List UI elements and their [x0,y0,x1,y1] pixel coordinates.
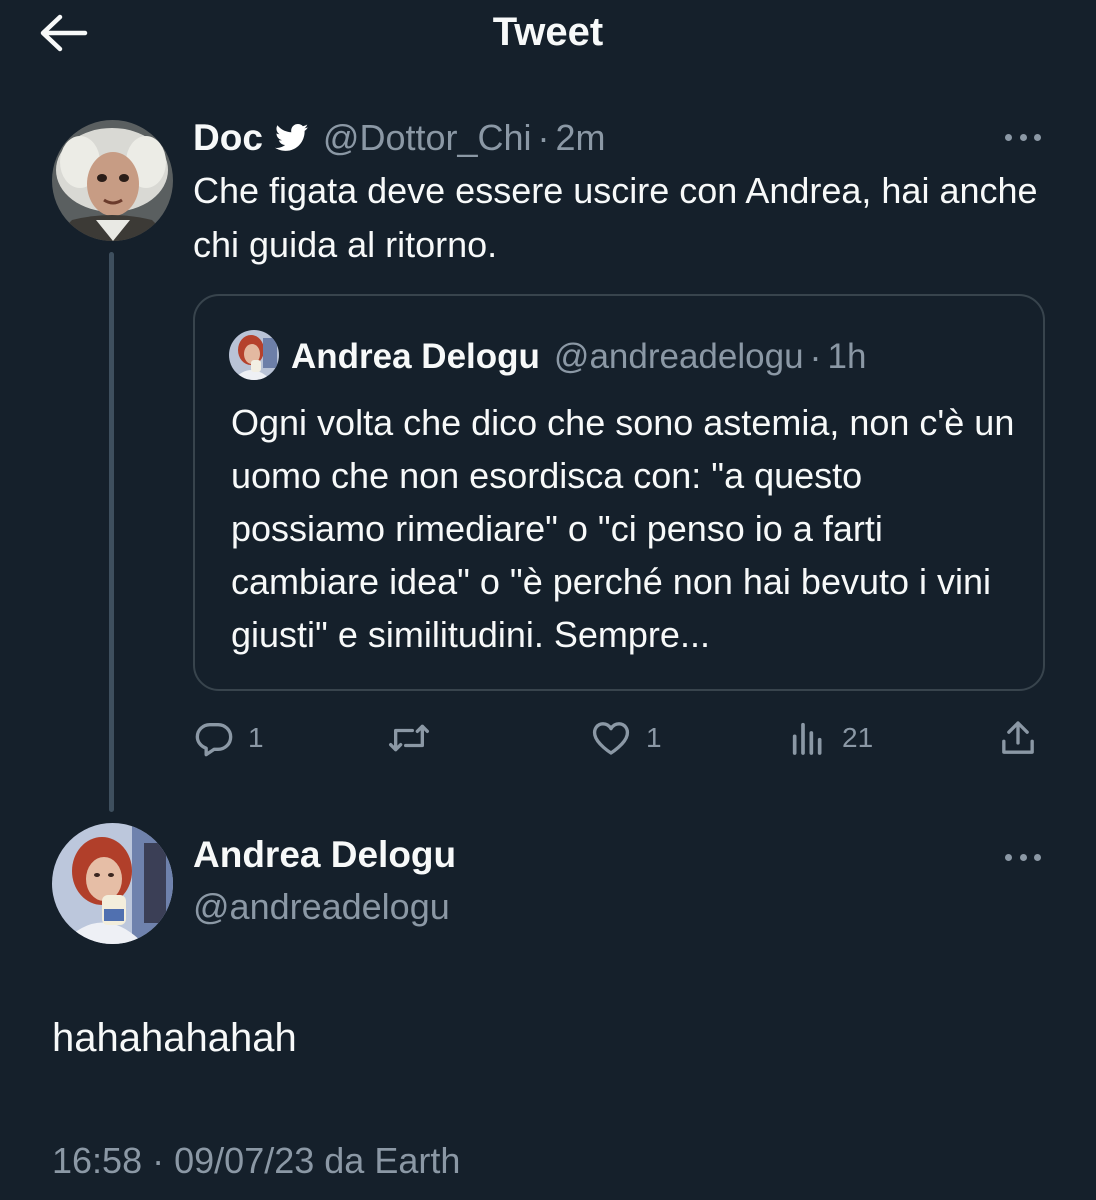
quoted-author-name: Andrea Delogu [291,337,540,376]
main-tweet-text: hahahahahah [52,1016,297,1060]
more-options-button[interactable] [1000,842,1046,872]
share-icon [1002,721,1034,754]
separator-dot: · [537,117,550,158]
quoted-tweet-text: Ogni volta che dico che sono astemia, no… [231,402,1015,655]
main-author-handle[interactable]: @andreadelogu [193,886,450,928]
dot-icon [1005,133,1012,141]
tweet-action-bar: 1 1 21 [190,710,1050,766]
author-name[interactable]: Doc [193,117,263,159]
dot-icon [1019,133,1027,141]
tweet-time-link[interactable]: 16:58 [52,1140,142,1181]
avatar-andrea-small [229,330,279,380]
thread-connector-line [109,252,114,812]
parent-tweet-text: Che figata deve essere uscire con Andrea… [193,170,1038,265]
quoted-tweet-time: 1h [827,337,867,376]
quoted-tweet-header: Andrea Delogu @andreadelogu · 1h [291,332,866,382]
dot-icon [1005,853,1012,861]
like-button[interactable]: 1 [590,710,662,766]
like-count: 1 [646,722,662,753]
retweet-icon [388,724,429,752]
quoted-tweet-card[interactable]: Andrea Delogu @andreadelogu · 1h Ogni vo… [193,294,1045,691]
share-button[interactable] [998,710,1038,766]
parent-tweet-header: Doc @Dottor_Chi · 2m [193,113,606,163]
quoted-author-handle: @andreadelogu [553,337,804,376]
reply-icon [195,723,233,757]
source-prefix: da [324,1140,365,1181]
tweet-date-link[interactable]: 09/07/23 [174,1140,314,1181]
views-button[interactable]: 21 [788,710,873,766]
separator-dot: · [152,1140,165,1181]
author-handle[interactable]: @Dottor_Chi [323,117,532,159]
avatar-andrea[interactable] [52,823,173,944]
tweet-source: Earth [374,1140,461,1181]
heart-icon [592,722,630,755]
top-bar: Tweet [0,0,1096,68]
tweet-page: Tweet Doc @Dottor_Chi · 2m Che figata de… [0,0,1096,1200]
views-count: 21 [842,722,874,753]
tweet-time[interactable]: 2m [556,117,606,159]
reply-count: 1 [248,722,264,753]
views-icon [792,722,822,755]
retweet-button[interactable] [386,710,446,766]
reply-button[interactable]: 1 [194,710,264,766]
twitter-bird-icon [274,124,309,152]
main-author-name[interactable]: Andrea Delogu [193,834,456,876]
dot-icon [1034,853,1041,861]
dot-icon [1034,133,1041,141]
more-options-button[interactable] [1000,122,1046,152]
dot-icon [1019,853,1027,861]
avatar-doc[interactable] [52,120,173,241]
separator-dot: · [809,336,822,377]
page-title: Tweet [492,10,604,54]
tweet-timestamp-line: 16:58 · 09/07/23 da Earth [52,1140,460,1182]
